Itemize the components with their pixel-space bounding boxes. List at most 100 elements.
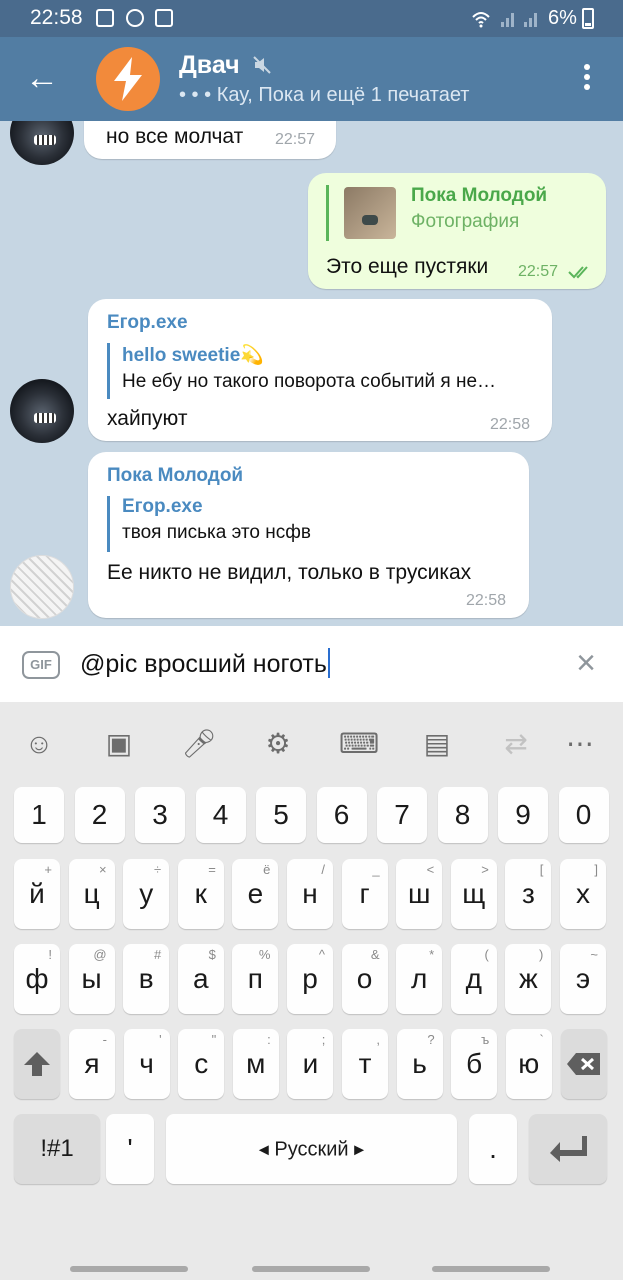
key-0[interactable]: 0	[558, 787, 609, 843]
mic-icon[interactable]: 🎤︎	[181, 726, 217, 762]
clipboard-icon[interactable]: ▤	[419, 726, 455, 762]
navigation-bar	[0, 1262, 623, 1280]
key-у[interactable]: у ÷	[123, 859, 170, 929]
clear-input-button[interactable]: ×	[570, 646, 602, 680]
key-5[interactable]: 5	[256, 787, 306, 843]
key-label: ш	[407, 878, 431, 909]
key-8[interactable]: 8	[437, 787, 488, 843]
more-menu-icon[interactable]	[577, 61, 597, 101]
key-3[interactable]: 3	[135, 787, 185, 843]
message-bubble[interactable]: но все молчат 22:57	[84, 121, 336, 159]
key-и[interactable]: и;	[287, 1029, 334, 1099]
key-label: а	[193, 963, 209, 994]
more-icon[interactable]: ⋯	[562, 726, 598, 762]
key-ю[interactable]: ю `	[505, 1029, 552, 1099]
avatar[interactable]	[10, 379, 74, 443]
key-п[interactable]: п%	[232, 944, 279, 1014]
key-э[interactable]: э ~	[560, 944, 606, 1014]
key-secondary: `	[539, 1032, 544, 1047]
back-arrow-icon[interactable]: ←	[22, 59, 62, 99]
key-ч[interactable]: ч '	[123, 1029, 170, 1099]
avatar[interactable]	[10, 121, 74, 165]
key-secondary: ,	[376, 1032, 380, 1047]
key-б[interactable]: бъ	[451, 1029, 498, 1099]
key-н[interactable]: н /	[287, 859, 333, 929]
settings-icon[interactable]: ⚙	[260, 726, 296, 762]
key-ж[interactable]: ж)	[505, 944, 552, 1014]
reply-preview[interactable]: Пока Молодой Фотография	[326, 185, 586, 241]
period-key[interactable]: .	[469, 1114, 517, 1184]
key-label: к	[194, 878, 207, 909]
message-bubble[interactable]: Пока Молодой Егор.exe твоя писька это нс…	[88, 452, 529, 618]
sender-name[interactable]: Пока Молодой	[107, 465, 243, 487]
key-с[interactable]: с "	[178, 1029, 225, 1099]
key-ш[interactable]: ш <	[396, 859, 443, 929]
key-label: ц	[83, 878, 100, 909]
enter-key[interactable]	[529, 1114, 607, 1184]
key-7[interactable]: 7	[377, 787, 427, 843]
message-text: Это еще пустяки	[326, 255, 489, 278]
nav-recent[interactable]	[70, 1266, 188, 1272]
key-к[interactable]: к =	[177, 859, 224, 929]
message-input[interactable]: @pic вросший ноготь	[80, 648, 330, 679]
comma-key[interactable]: '	[106, 1114, 154, 1184]
key-2[interactable]: 2	[74, 787, 125, 843]
photo-thumbnail	[344, 187, 396, 239]
key-label: с	[194, 1048, 209, 1079]
key-м[interactable]: м:	[232, 1029, 279, 1099]
key-з[interactable]: з[	[505, 859, 552, 929]
key-ц[interactable]: ц ×	[68, 859, 115, 929]
key-secondary: %	[258, 947, 271, 962]
nav-back[interactable]	[432, 1266, 550, 1272]
message-list[interactable]: но все молчат 22:57 Пока Молодой Фотогра…	[0, 121, 623, 626]
keyboard: ☺ ▣ 🎤︎ ⚙ ⌨ ▤ ⇄ ⋯ 1 2 3 4 5 6 7 8 9 0 й + ц × у ÷ к = е ё н / г…	[0, 702, 623, 1280]
shift-key[interactable]	[14, 1029, 60, 1099]
key-label: ы	[81, 963, 102, 994]
key-label: ь	[412, 1048, 427, 1079]
reply-text: Не ебу но такого поворота событий я не…	[122, 371, 497, 392]
key-secondary: =	[208, 862, 216, 877]
key-щ[interactable]: щ >	[450, 859, 497, 929]
key-4[interactable]: 4	[195, 787, 246, 843]
key-9[interactable]: 9	[498, 787, 548, 843]
reply-preview[interactable]: Егор.exe твоя писька это нсфв	[107, 496, 507, 552]
space-key[interactable]: ◂ Русский ▸	[166, 1114, 457, 1184]
gif-button[interactable]: GIF	[22, 651, 60, 679]
key-т[interactable]: т,	[342, 1029, 388, 1099]
chat-title[interactable]: Двач	[179, 51, 240, 80]
key-secondary: "	[211, 1032, 217, 1047]
message-bubble[interactable]: Егор.exe hello sweetie💫 Не ебу но такого…	[88, 299, 552, 441]
nav-home[interactable]	[252, 1266, 370, 1272]
key-х[interactable]: х]	[560, 859, 606, 929]
key-1[interactable]: 1	[14, 787, 64, 843]
chat-avatar[interactable]	[96, 47, 160, 111]
translate-icon[interactable]: ⇄	[498, 726, 534, 762]
key-й[interactable]: й +	[14, 859, 60, 929]
key-я[interactable]: я-	[69, 1029, 115, 1099]
message-bubble-outgoing[interactable]: Пока Молодой Фотография Это еще пустяки …	[308, 173, 606, 289]
sticker-icon[interactable]: ▣	[101, 726, 137, 762]
typing-dots: • • •	[179, 84, 212, 106]
key-о[interactable]: о &	[341, 944, 388, 1014]
key-а[interactable]: а $	[177, 944, 224, 1014]
key-р[interactable]: р ^	[287, 944, 333, 1014]
key-ы[interactable]: ы @	[68, 944, 115, 1014]
sender-name[interactable]: Егор.exe	[107, 312, 188, 334]
message-time: 22:58	[490, 416, 531, 433]
key-д[interactable]: д(	[450, 944, 497, 1014]
key-л[interactable]: л *	[396, 944, 443, 1014]
key-ф[interactable]: ф!	[14, 944, 60, 1014]
key-6[interactable]: 6	[316, 787, 367, 843]
key-label: 1	[31, 799, 47, 830]
key-е[interactable]: её	[232, 859, 279, 929]
key-в[interactable]: в #	[123, 944, 170, 1014]
message-time: 22:57	[518, 263, 559, 280]
reply-preview[interactable]: hello sweetie💫 Не ебу но такого поворота…	[107, 343, 532, 399]
emoji-icon[interactable]: ☺	[21, 726, 57, 762]
key-ь[interactable]: ь?	[396, 1029, 443, 1099]
keyboard-icon[interactable]: ⌨	[339, 726, 379, 762]
key-г[interactable]: г _	[341, 859, 388, 929]
backspace-key[interactable]	[561, 1029, 607, 1099]
avatar[interactable]	[10, 555, 74, 619]
symbols-key[interactable]: !#1	[14, 1114, 100, 1184]
